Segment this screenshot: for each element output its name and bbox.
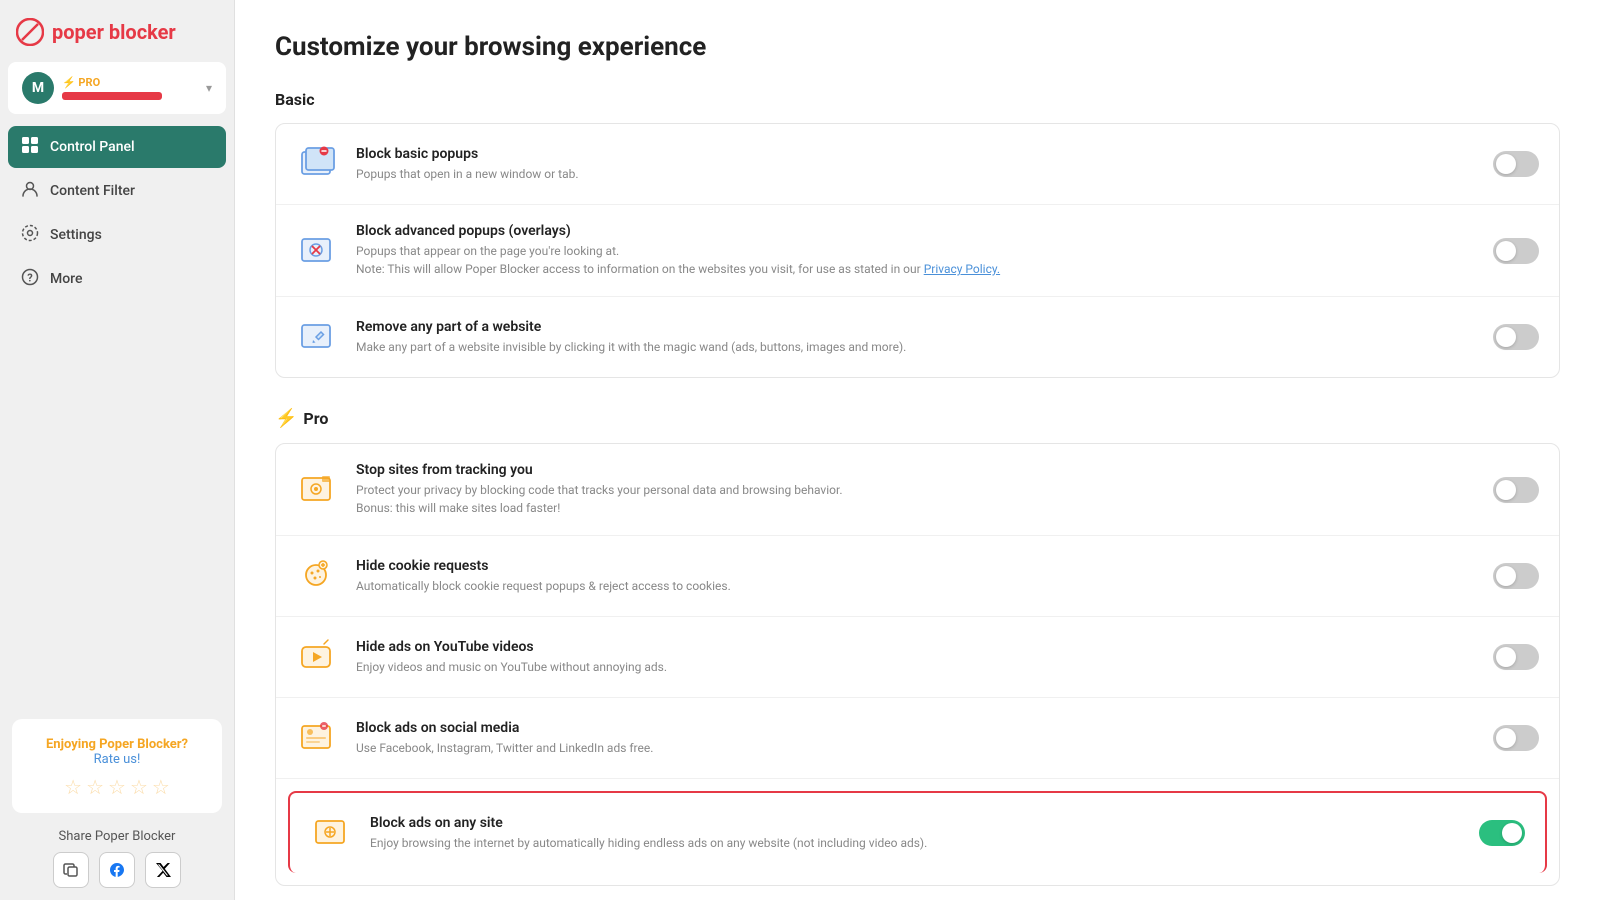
block-advanced-popups-desc: Popups that appear on the page you're lo… [356, 242, 1477, 278]
share-title: Share Poper Blocker [12, 829, 222, 844]
user-name-bar [62, 92, 162, 100]
sidebar-item-settings[interactable]: Settings [8, 214, 226, 256]
hide-youtube-ads-title: Hide ads on YouTube videos [356, 639, 1477, 655]
enjoy-title: Enjoying Poper Blocker? [46, 737, 188, 752]
main-content: Customize your browsing experience Basic… [235, 0, 1600, 900]
block-any-site-desc: Enjoy browsing the internet by automatic… [370, 834, 1463, 852]
share-section: Share Poper Blocker [12, 829, 222, 888]
stop-tracking-title: Stop sites from tracking you [356, 462, 1477, 478]
settings-icon [20, 224, 40, 246]
hide-youtube-ads-toggle[interactable] [1493, 644, 1539, 670]
hide-youtube-ads-desc: Enjoy videos and music on YouTube withou… [356, 658, 1477, 676]
stop-tracking-icon [296, 468, 340, 512]
star-rating[interactable]: ☆ ☆ ☆ ☆ ☆ [26, 775, 208, 799]
feature-block-basic-popups: Block basic popups Popups that open in a… [276, 124, 1559, 205]
user-profile[interactable]: M ⚡ PRO ▾ [8, 62, 226, 114]
facebook-share-button[interactable] [99, 852, 135, 888]
stop-tracking-toggle[interactable] [1493, 477, 1539, 503]
block-social-ads-text: Block ads on social media Use Facebook, … [356, 720, 1477, 757]
block-basic-popups-text: Block basic popups Popups that open in a… [356, 146, 1477, 183]
feature-block-any-site: Block ads on any site Enjoy browsing the… [288, 791, 1547, 873]
block-basic-popups-icon [296, 142, 340, 186]
pro-lightning-icon: ⚡ [275, 408, 297, 429]
feature-remove-website-part: Remove any part of a website Make any pa… [276, 297, 1559, 377]
pro-section-card: Stop sites from tracking you Protect you… [275, 443, 1560, 886]
stop-tracking-desc: Protect your privacy by blocking code th… [356, 481, 1477, 517]
rate-link[interactable]: Rate us! [26, 752, 208, 767]
svg-text:?: ? [27, 272, 33, 285]
feature-block-any-site-wrapper: Block ads on any site Enjoy browsing the… [276, 779, 1559, 885]
hide-cookies-icon [296, 554, 340, 598]
enjoy-card: Enjoying Poper Blocker? Rate us! ☆ ☆ ☆ ☆… [12, 719, 222, 813]
remove-website-part-icon [296, 315, 340, 359]
remove-website-part-toggle[interactable] [1493, 324, 1539, 350]
feature-block-social-ads: Block ads on social media Use Facebook, … [276, 698, 1559, 779]
block-any-site-title: Block ads on any site [370, 815, 1463, 831]
feature-stop-tracking: Stop sites from tracking you Protect you… [276, 444, 1559, 536]
block-advanced-popups-title: Block advanced popups (overlays) [356, 223, 1477, 239]
content-filter-label: Content Filter [50, 183, 135, 199]
sidebar-item-more[interactable]: ? More [8, 258, 226, 300]
sidebar: poper blocker M ⚡ PRO ▾ Control Panel [0, 0, 235, 900]
copy-share-button[interactable] [53, 852, 89, 888]
settings-label: Settings [50, 227, 102, 243]
basic-section-card: Block basic popups Popups that open in a… [275, 123, 1560, 378]
block-any-site-toggle[interactable] [1479, 820, 1525, 846]
hide-cookies-desc: Automatically block cookie request popup… [356, 577, 1477, 595]
star-2[interactable]: ☆ [86, 775, 104, 799]
block-advanced-popups-toggle[interactable] [1493, 238, 1539, 264]
twitter-share-button[interactable] [145, 852, 181, 888]
sidebar-nav: Control Panel Content Filter Settings [0, 122, 234, 707]
block-basic-popups-desc: Popups that open in a new window or tab. [356, 165, 1477, 183]
privacy-policy-link[interactable]: Privacy Policy. [924, 262, 1000, 276]
feature-block-advanced-popups: Block advanced popups (overlays) Popups … [276, 205, 1559, 297]
avatar: M [22, 72, 54, 104]
stop-tracking-text: Stop sites from tracking you Protect you… [356, 462, 1477, 517]
block-advanced-popups-text: Block advanced popups (overlays) Popups … [356, 223, 1477, 278]
pro-section-title: ⚡ Pro [275, 408, 1560, 429]
sidebar-item-control-panel[interactable]: Control Panel [8, 126, 226, 168]
star-4[interactable]: ☆ [130, 775, 148, 799]
basic-section-title: Basic [275, 90, 1560, 109]
remove-website-part-text: Remove any part of a website Make any pa… [356, 319, 1477, 356]
content-filter-icon [20, 180, 40, 202]
block-advanced-popups-icon [296, 229, 340, 273]
sidebar-item-content-filter[interactable]: Content Filter [8, 170, 226, 212]
block-any-site-icon [310, 811, 354, 855]
hide-cookies-toggle[interactable] [1493, 563, 1539, 589]
feature-hide-cookies: Hide cookie requests Automatically block… [276, 536, 1559, 617]
block-social-ads-toggle[interactable] [1493, 725, 1539, 751]
control-panel-label: Control Panel [50, 139, 135, 155]
app-logo: poper blocker [0, 0, 234, 62]
control-panel-icon [20, 136, 40, 158]
more-icon: ? [20, 268, 40, 290]
block-social-ads-desc: Use Facebook, Instagram, Twitter and Lin… [356, 739, 1477, 757]
hide-youtube-ads-text: Hide ads on YouTube videos Enjoy videos … [356, 639, 1477, 676]
remove-website-part-desc: Make any part of a website invisible by … [356, 338, 1477, 356]
logo-text: poper blocker [52, 20, 176, 44]
star-1[interactable]: ☆ [64, 775, 82, 799]
feature-hide-youtube-ads: Hide ads on YouTube videos Enjoy videos … [276, 617, 1559, 698]
page-title: Customize your browsing experience [275, 32, 1560, 62]
hide-cookies-text: Hide cookie requests Automatically block… [356, 558, 1477, 595]
more-label: More [50, 271, 83, 287]
hide-cookies-title: Hide cookie requests [356, 558, 1477, 574]
share-icons [12, 852, 222, 888]
hide-youtube-ads-icon [296, 635, 340, 679]
sidebar-bottom: Enjoying Poper Blocker? Rate us! ☆ ☆ ☆ ☆… [0, 707, 234, 900]
block-social-ads-icon [296, 716, 340, 760]
logo-icon [16, 18, 44, 46]
block-basic-popups-toggle[interactable] [1493, 151, 1539, 177]
block-any-site-text: Block ads on any site Enjoy browsing the… [370, 815, 1463, 852]
block-basic-popups-title: Block basic popups [356, 146, 1477, 162]
star-3[interactable]: ☆ [108, 775, 126, 799]
block-social-ads-title: Block ads on social media [356, 720, 1477, 736]
star-5[interactable]: ☆ [152, 775, 170, 799]
pro-badge: ⚡ PRO [62, 76, 198, 89]
user-info: ⚡ PRO [62, 76, 198, 100]
chevron-down-icon: ▾ [206, 81, 212, 95]
remove-website-part-title: Remove any part of a website [356, 319, 1477, 335]
